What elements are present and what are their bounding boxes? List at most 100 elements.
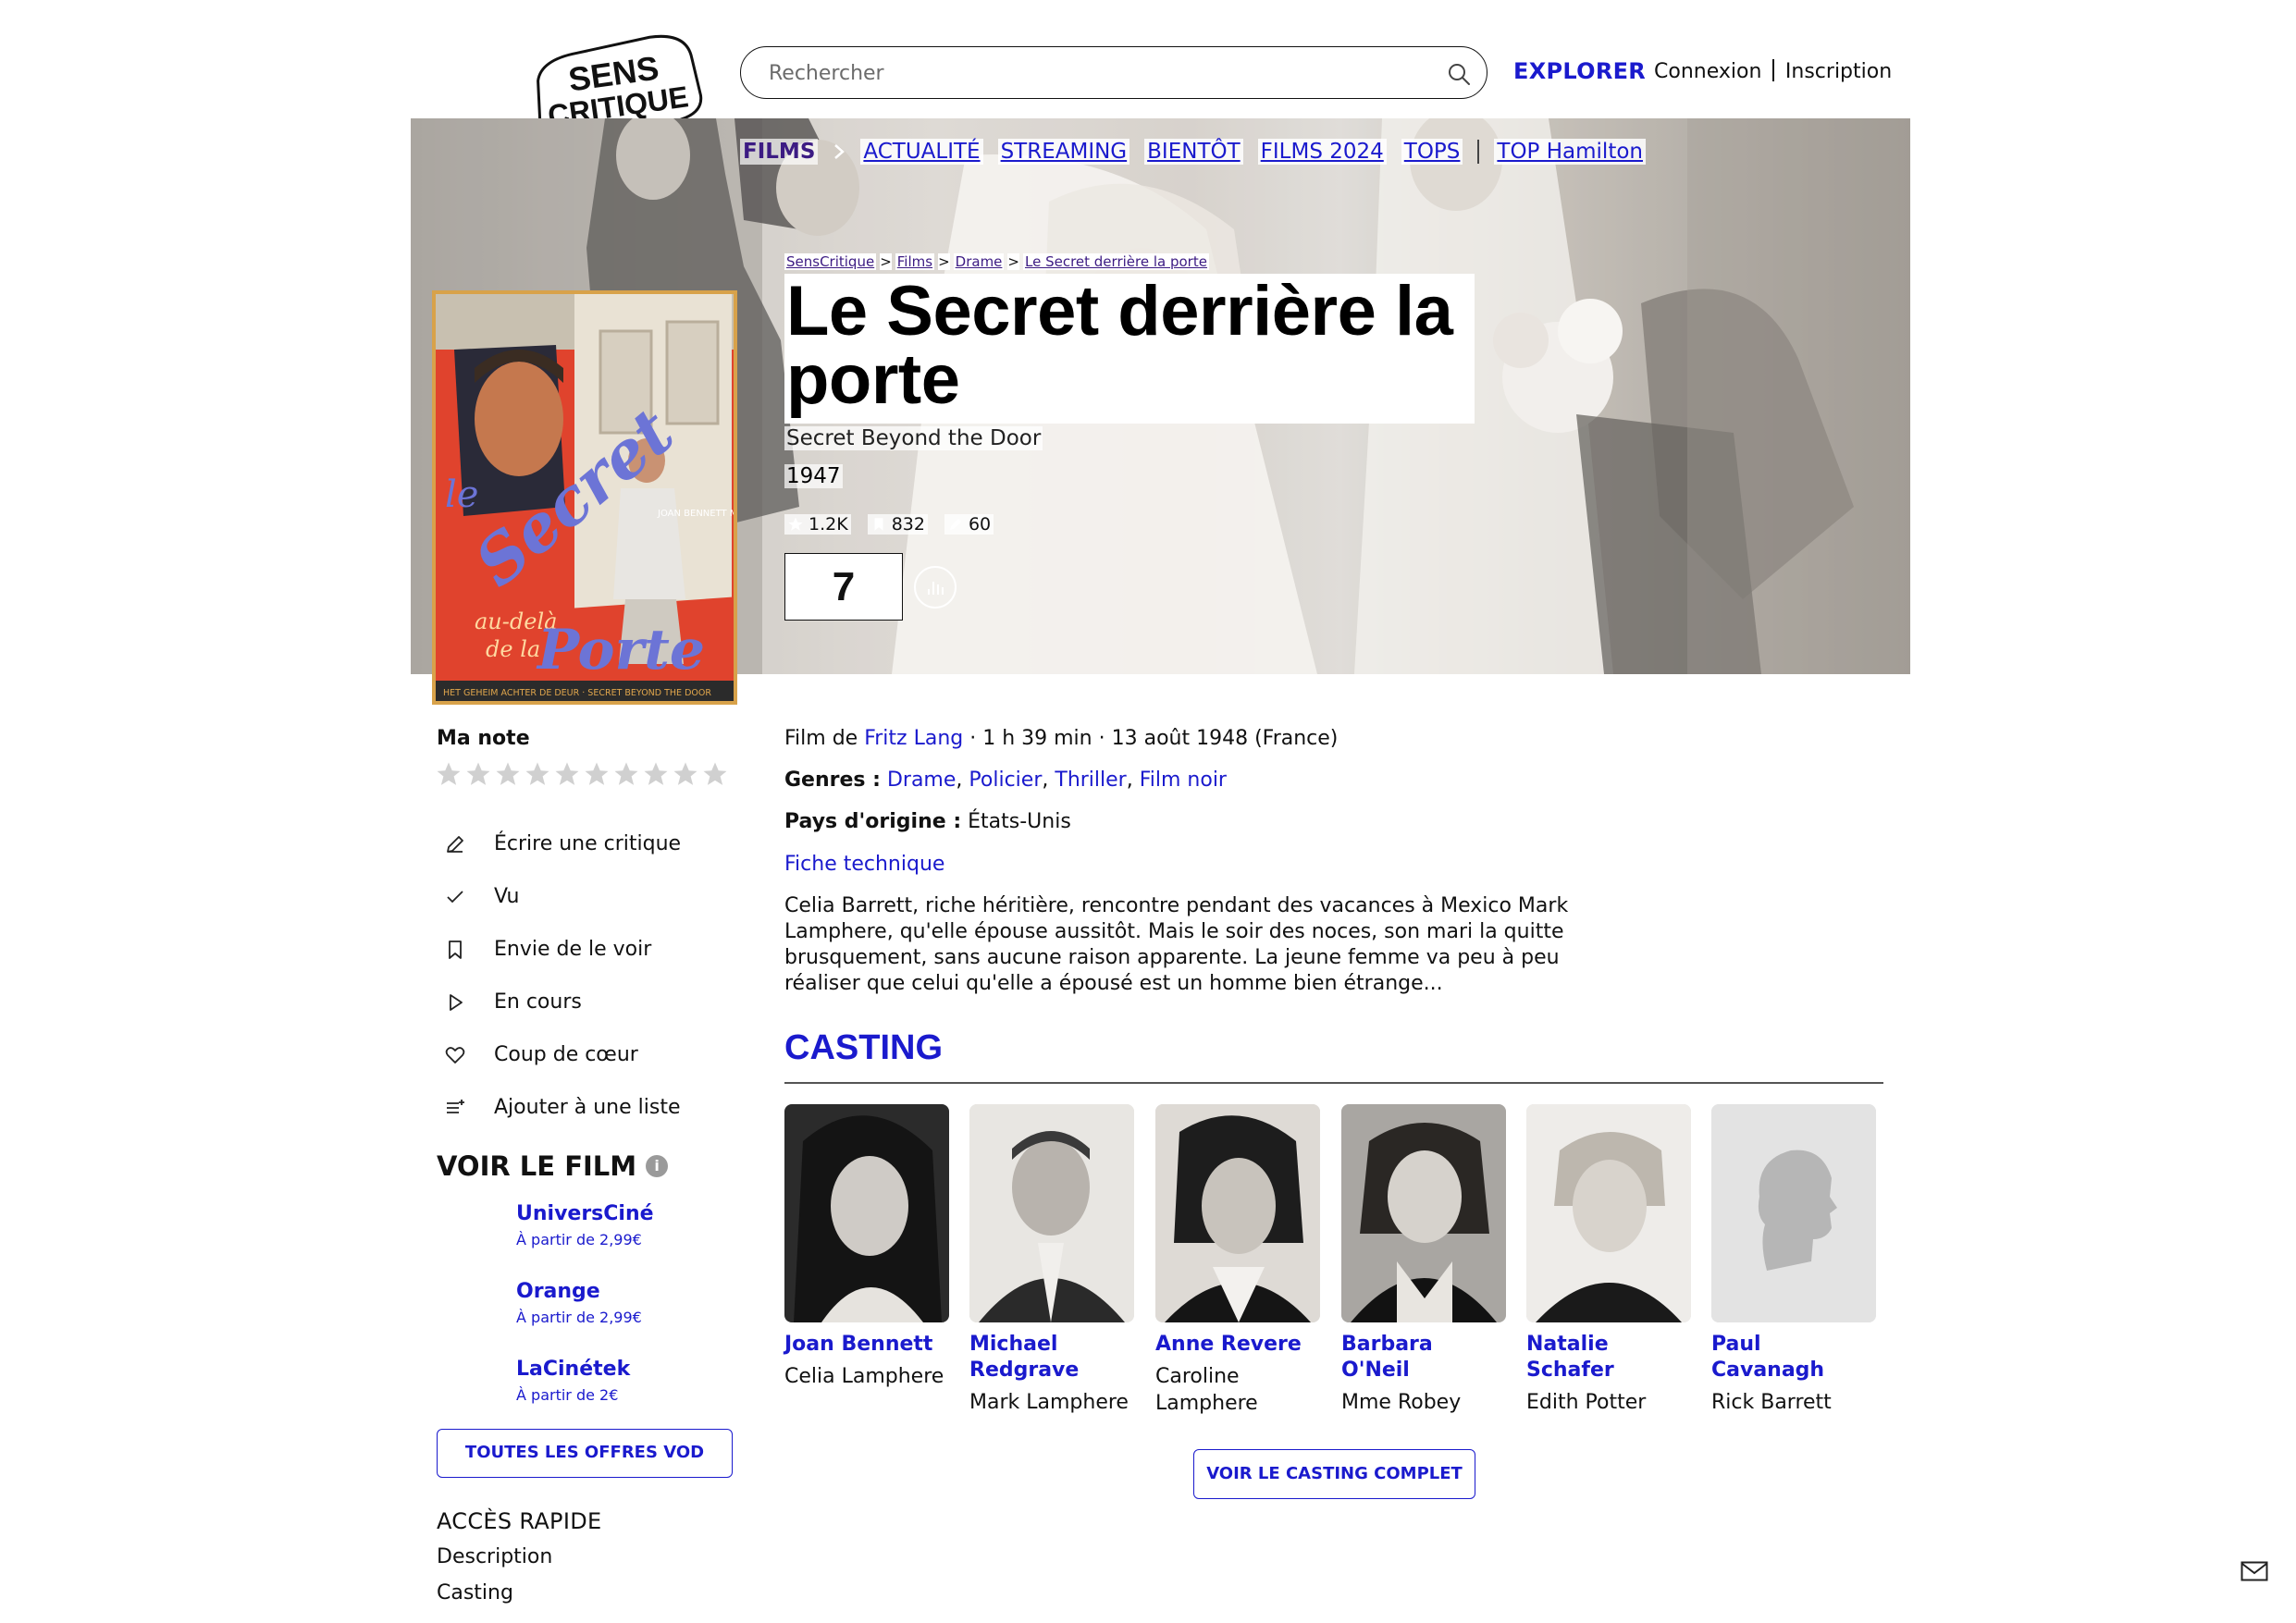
cast-member[interactable]: Anne Revere Caroline Lamphere [1155, 1104, 1320, 1417]
tech-sheet-link[interactable]: Fiche technique [784, 853, 944, 876]
genre-link[interactable]: Film noir [1140, 768, 1227, 792]
login-link[interactable]: Connexion [1654, 60, 1761, 83]
cast-member[interactable]: Michael Redgrave Mark Lamphere [969, 1104, 1134, 1416]
cast-role: Mme Robey [1341, 1391, 1462, 1414]
cast-member[interactable]: Barbara O'Neil Mme Robey [1341, 1104, 1506, 1416]
action-seen[interactable]: Vu [442, 870, 681, 923]
film-poster[interactable]: le Secret au-delà de la Porte JOAN BENNE… [436, 294, 734, 701]
bookmark-icon [874, 518, 883, 531]
cast-photo[interactable] [784, 1104, 949, 1322]
quick-access-description[interactable]: Description [437, 1545, 552, 1568]
play-icon [450, 993, 463, 1011]
quick-access-casting[interactable]: Casting [437, 1581, 513, 1605]
vod-provider-name[interactable]: UniversCiné [516, 1202, 654, 1225]
duration-release: · 1 h 39 min · 13 août 1948 (France) [963, 727, 1339, 750]
action-write-review[interactable]: Écrire une critique [442, 818, 681, 870]
original-title: Secret Beyond the Door [784, 426, 1043, 450]
reviews-count-value: 60 [968, 514, 992, 535]
my-rating-stars[interactable] [435, 760, 729, 788]
cast-photo[interactable] [1155, 1104, 1320, 1322]
rating-star-icon[interactable] [494, 760, 522, 788]
poster-credits: JOAN BENNETT MICHAEL REDGRAVE [657, 509, 734, 519]
cast-name[interactable]: Paul Cavanagh [1711, 1332, 1876, 1383]
cast-photo-placeholder[interactable] [1711, 1104, 1876, 1322]
vod-offer[interactable]: UniversCiné À partir de 2,99€ [516, 1202, 654, 1248]
breadcrumb-films[interactable]: Films [895, 253, 935, 270]
search-bar[interactable] [740, 46, 1487, 99]
all-vod-offers-button[interactable]: TOUTES LES OFFRES VOD [437, 1429, 733, 1478]
cast-photo[interactable] [1526, 1104, 1691, 1322]
breadcrumb-current[interactable]: Le Secret derrière la porte [1022, 253, 1209, 270]
cast-name[interactable]: Natalie Schafer [1526, 1332, 1691, 1383]
rating-star-icon[interactable] [435, 760, 463, 788]
vod-provider-price: À partir de 2,99€ [516, 1309, 642, 1326]
breadcrumb-senscritique[interactable]: SensCritique [784, 253, 877, 270]
subnav-streaming[interactable]: STREAMING [997, 139, 1130, 165]
pen-icon [949, 519, 961, 530]
film-country-line: Pays d'origine : États-Unis [784, 810, 1071, 833]
action-label: Écrire une critique [494, 832, 682, 855]
cast-member[interactable]: Joan Bennett Celia Lamphere [784, 1104, 949, 1390]
cast-photo[interactable] [1341, 1104, 1506, 1322]
subnav-top-hamilton[interactable]: TOP Hamilton [1494, 139, 1646, 165]
quick-access-heading: ACCÈS RAPIDE [437, 1508, 602, 1534]
heart-icon [445, 1046, 465, 1064]
cast-name[interactable]: Anne Revere [1155, 1332, 1320, 1358]
bar-chart-icon [928, 582, 944, 595]
action-label: En cours [494, 990, 582, 1014]
vod-offer[interactable]: LaCinétek À partir de 2€ [516, 1358, 630, 1404]
user-actions: Écrire une critique Vu Envie de le voir … [442, 818, 681, 1134]
breadcrumb-drame[interactable]: Drame [953, 253, 1005, 270]
cast-name[interactable]: Joan Bennett [784, 1332, 949, 1358]
rating-star-icon[interactable] [524, 760, 551, 788]
search-icon[interactable] [1446, 61, 1472, 87]
genres-label: Genres : [784, 768, 881, 792]
vod-provider-name[interactable]: Orange [516, 1280, 642, 1303]
genre-link[interactable]: Policier [969, 768, 1042, 792]
cast-role: Edith Potter [1526, 1391, 1647, 1414]
rating-star-icon[interactable] [553, 760, 581, 788]
info-icon[interactable]: i [646, 1155, 669, 1177]
poster-title-le: le [445, 473, 478, 516]
subnav-films-2024[interactable]: FILMS 2024 [1257, 139, 1387, 165]
director-link[interactable]: Fritz Lang [864, 727, 963, 750]
genre-link[interactable]: Thriller [1055, 768, 1126, 792]
cast-name[interactable]: Michael Redgrave [969, 1332, 1134, 1383]
cast-member[interactable]: Natalie Schafer Edith Potter [1526, 1104, 1691, 1416]
full-cast-button[interactable]: VOIR LE CASTING COMPLET [1193, 1449, 1475, 1499]
auth-links: Connexion Inscription [1654, 59, 1892, 83]
rating-star-icon[interactable] [642, 760, 670, 788]
subnav-tops[interactable]: TOPS [1401, 139, 1463, 165]
wishlist-count-value: 832 [891, 514, 925, 535]
cast-photo[interactable] [969, 1104, 1134, 1322]
vod-offer[interactable]: Orange À partir de 2,99€ [516, 1280, 642, 1326]
rating-star-icon[interactable] [701, 760, 729, 788]
vod-provider-name[interactable]: LaCinétek [516, 1358, 630, 1381]
cast-role: Rick Barrett [1711, 1391, 1832, 1414]
action-label: Vu [494, 885, 520, 908]
mail-icon[interactable] [2240, 1561, 2268, 1581]
subnav-bientot[interactable]: BIENTÔT [1144, 139, 1243, 165]
rating-star-icon[interactable] [464, 760, 492, 788]
signup-link[interactable]: Inscription [1785, 60, 1892, 83]
subnav-actualite[interactable]: ACTUALITÉ [860, 139, 983, 165]
cast-member[interactable]: Paul Cavanagh Rick Barrett [1711, 1104, 1876, 1416]
explorer-link[interactable]: EXPLORER [1513, 58, 1646, 84]
action-add-to-list[interactable]: Ajouter à une liste [442, 1081, 681, 1134]
subnav-films[interactable]: FILMS [740, 139, 819, 165]
rating-star-icon[interactable] [583, 760, 611, 788]
page-title: Le Secret derrière la porte [786, 272, 1453, 419]
cast-role: Celia Lamphere [784, 1365, 944, 1388]
genre-link[interactable]: Drame [887, 768, 956, 792]
score-distribution-button[interactable] [914, 566, 957, 609]
rating-star-icon[interactable] [672, 760, 699, 788]
action-wishlist[interactable]: Envie de le voir [442, 923, 681, 976]
breadcrumb-separator: > [1007, 253, 1019, 270]
cast-name[interactable]: Barbara O'Neil [1341, 1332, 1506, 1383]
breadcrumb: SensCritique > Films > Drame > Le Secret de… [784, 253, 1209, 270]
action-label: Ajouter à une liste [494, 1096, 681, 1119]
rating-star-icon[interactable] [612, 760, 640, 788]
search-input[interactable] [769, 56, 1416, 90]
action-favorite[interactable]: Coup de cœur [442, 1028, 681, 1081]
action-in-progress[interactable]: En cours [442, 976, 681, 1028]
